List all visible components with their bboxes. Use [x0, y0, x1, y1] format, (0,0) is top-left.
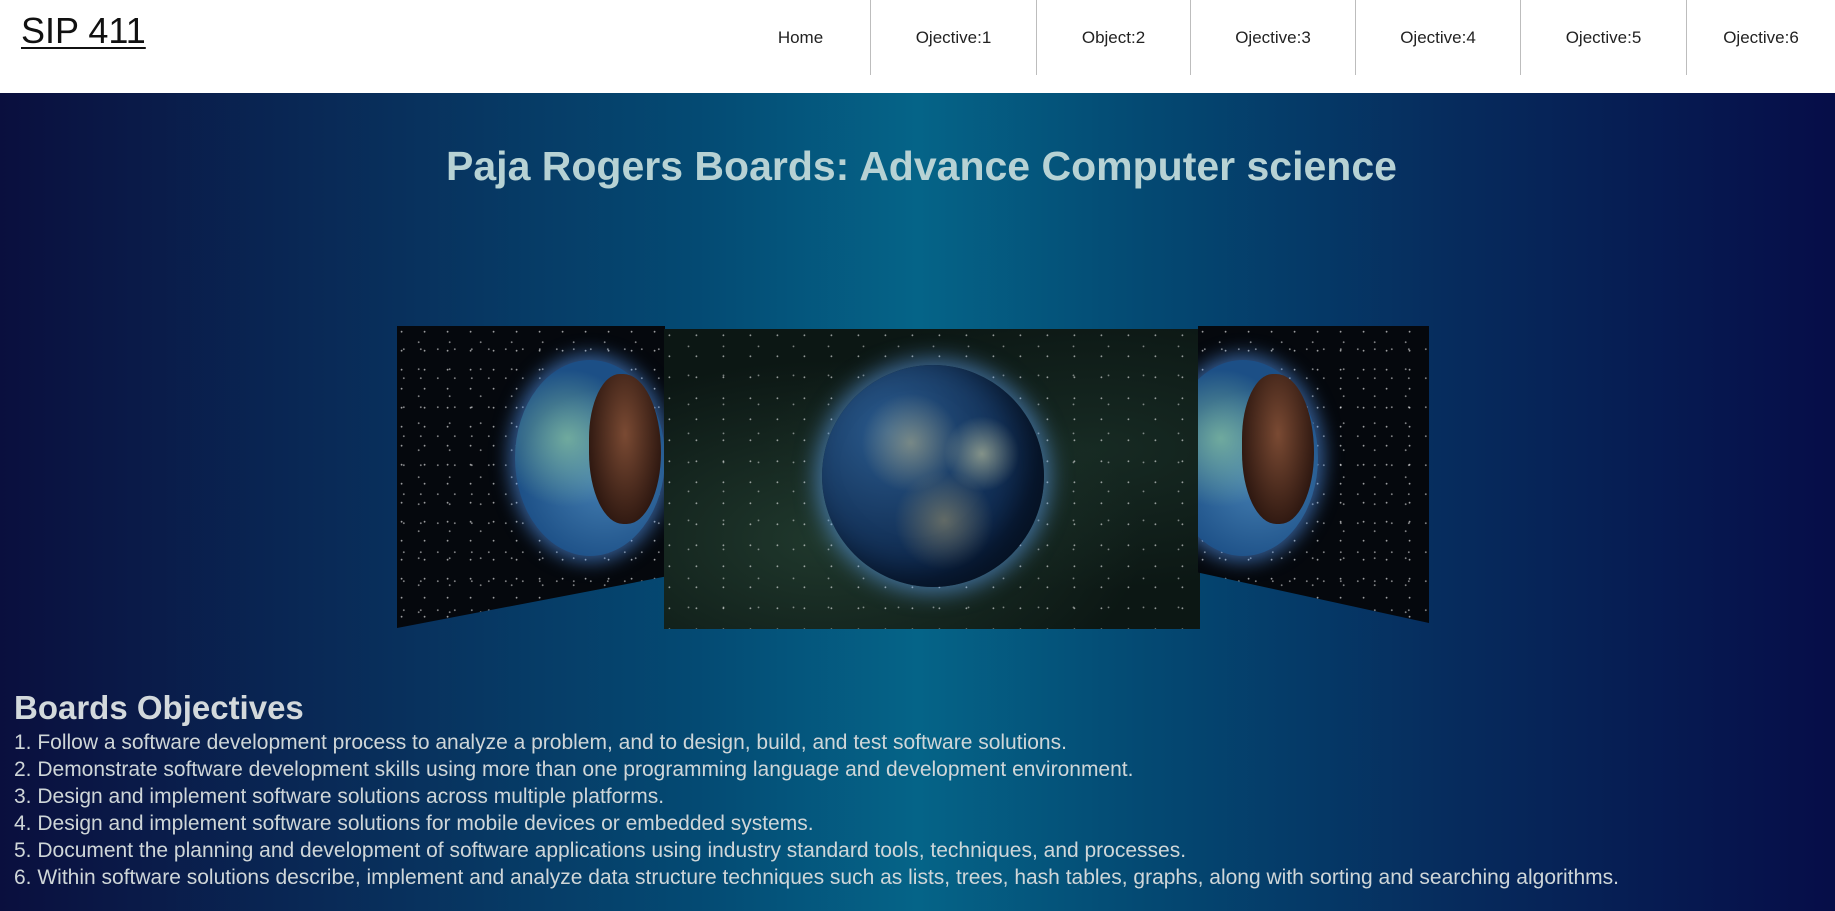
objectives-section: Boards Objectives 1. Follow a software d… [14, 689, 1619, 891]
carousel-slide-left[interactable] [397, 326, 665, 628]
objectives-heading: Boards Objectives [14, 689, 304, 726]
site-logo-link[interactable]: SIP 411 [21, 10, 146, 52]
site-header: SIP 411 Home Ojective:1 Object:2 Ojectiv… [0, 0, 1835, 93]
woman-profile-image [1242, 374, 1314, 524]
objective-item: 2. Demonstrate software development skil… [14, 758, 1134, 781]
objective-item: 4. Design and implement software solutio… [14, 812, 814, 835]
carousel-slide-right[interactable] [1198, 326, 1429, 623]
objective-item: 5. Document the planning and development… [14, 839, 1187, 862]
nav-objective-2[interactable]: Object:2 [1036, 0, 1190, 75]
nav-objective-5[interactable]: Ojective:5 [1520, 0, 1686, 75]
nav-objective-6[interactable]: Ojective:6 [1686, 0, 1835, 75]
nav-home[interactable]: Home [731, 0, 870, 75]
objective-item: 6. Within software solutions describe, i… [14, 866, 1620, 889]
nav-objective-4[interactable]: Ojective:4 [1355, 0, 1520, 75]
earth-night-image [822, 365, 1044, 587]
main-nav: Home Ojective:1 Object:2 Ojective:3 Ojec… [731, 0, 1835, 75]
woman-profile-image [589, 374, 661, 524]
objective-item: 1. Follow a software development process… [14, 731, 1067, 754]
carousel-slide-center[interactable] [664, 329, 1200, 629]
nav-objective-3[interactable]: Ojective:3 [1190, 0, 1355, 75]
objective-item: 3. Design and implement software solutio… [14, 785, 665, 808]
main-content: Paja Rogers Boards: Advance Computer sci… [0, 93, 1835, 911]
nav-objective-1[interactable]: Ojective:1 [870, 0, 1036, 75]
